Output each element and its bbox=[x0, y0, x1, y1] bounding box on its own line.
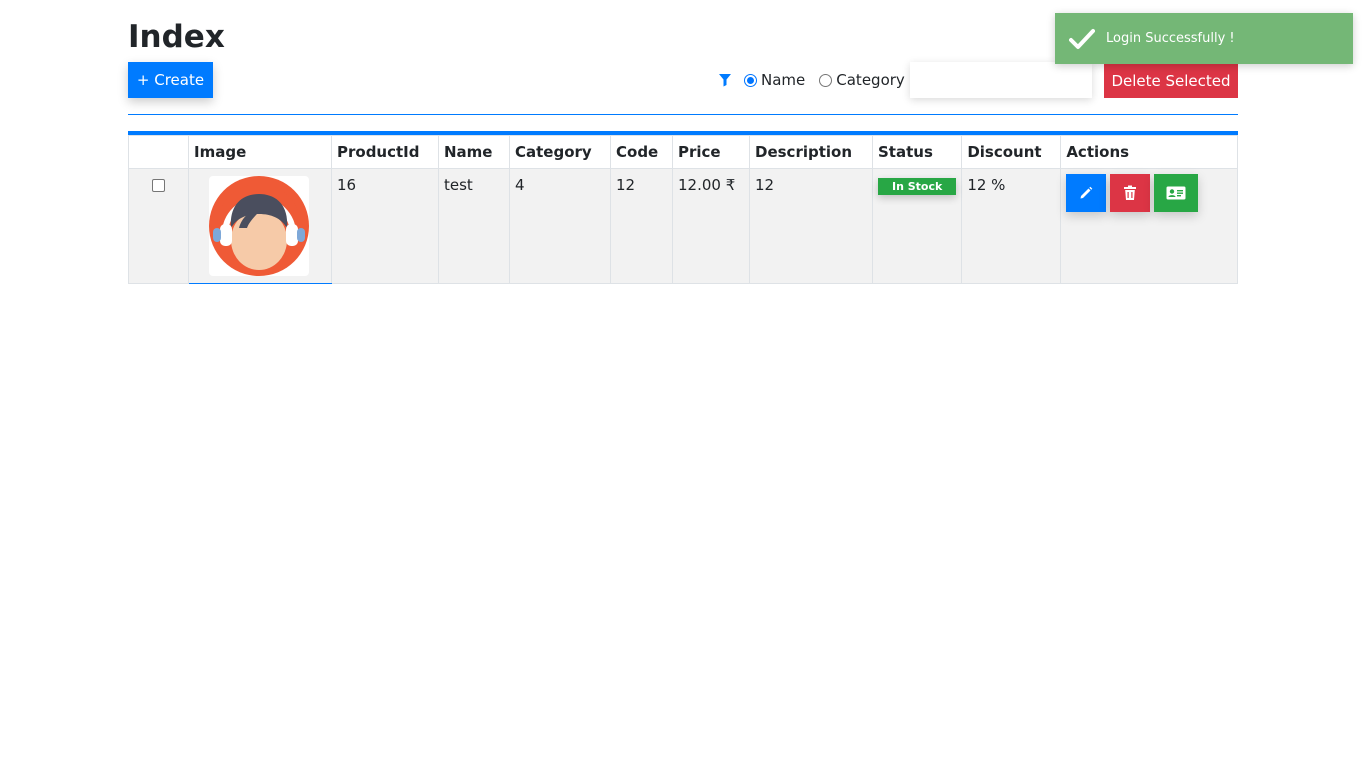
header-name: Name bbox=[438, 135, 510, 169]
page-title: Index bbox=[128, 19, 225, 55]
toast-notification[interactable]: Login Successfully ! bbox=[1055, 13, 1353, 64]
row-checkbox[interactable] bbox=[152, 179, 165, 192]
table-header-row: Image ProductId Name Category Code Price… bbox=[128, 135, 1238, 169]
row-code: 12 bbox=[610, 168, 673, 284]
id-card-icon bbox=[1166, 186, 1186, 200]
status-badge: In Stock bbox=[878, 178, 957, 195]
pencil-icon bbox=[1080, 186, 1093, 199]
details-button[interactable] bbox=[1154, 174, 1199, 212]
header-select bbox=[128, 135, 189, 169]
header-description: Description bbox=[749, 135, 873, 169]
filter-category-label: Category bbox=[836, 71, 905, 89]
delete-selected-button[interactable]: Delete Selected bbox=[1104, 64, 1238, 98]
filter-group: Name Category bbox=[718, 68, 919, 92]
create-button[interactable]: + Create bbox=[128, 62, 213, 98]
row-description: 12 bbox=[749, 168, 873, 284]
table-row: 16 test 4 12 12.00 ₹ 12 In Stock 12 % bbox=[128, 168, 1238, 284]
products-table: Image ProductId Name Category Code Price… bbox=[128, 135, 1238, 284]
header-status: Status bbox=[871, 135, 963, 169]
row-image-cell bbox=[188, 168, 332, 284]
row-actions-cell bbox=[1060, 168, 1238, 284]
header-productid: ProductId bbox=[331, 135, 439, 169]
header-code: Code bbox=[610, 135, 673, 169]
divider bbox=[128, 114, 1238, 115]
toast-message: Login Successfully ! bbox=[1106, 31, 1235, 46]
header-price: Price bbox=[672, 135, 750, 169]
row-productid: 16 bbox=[331, 168, 439, 284]
row-discount: 12 % bbox=[961, 168, 1062, 284]
filter-icon bbox=[718, 73, 732, 87]
header-category: Category bbox=[509, 135, 611, 169]
header-image: Image bbox=[188, 135, 332, 169]
row-actions bbox=[1066, 174, 1232, 212]
row-name: test bbox=[438, 168, 510, 284]
product-image bbox=[209, 176, 309, 276]
header-discount: Discount bbox=[961, 135, 1062, 169]
header-actions: Actions bbox=[1060, 135, 1238, 169]
filter-category-radio[interactable] bbox=[819, 73, 833, 87]
products-table-wrapper: Image ProductId Name Category Code Price… bbox=[128, 131, 1238, 284]
delete-button[interactable] bbox=[1110, 174, 1151, 212]
edit-button[interactable] bbox=[1066, 174, 1107, 212]
checkmark-icon bbox=[1069, 28, 1095, 50]
row-price: 12.00 ₹ bbox=[672, 168, 750, 284]
row-category: 4 bbox=[509, 168, 611, 284]
row-status-cell: In Stock bbox=[871, 168, 963, 284]
filter-name-radio[interactable] bbox=[744, 73, 757, 87]
toolbar: + Create Name Category Delete Selected bbox=[128, 62, 1238, 98]
search-input[interactable] bbox=[910, 62, 1092, 98]
filter-name-label: Name bbox=[761, 71, 806, 89]
row-select-cell bbox=[128, 168, 189, 284]
trash-icon bbox=[1124, 185, 1137, 200]
headphone-avatar-icon bbox=[209, 176, 309, 276]
